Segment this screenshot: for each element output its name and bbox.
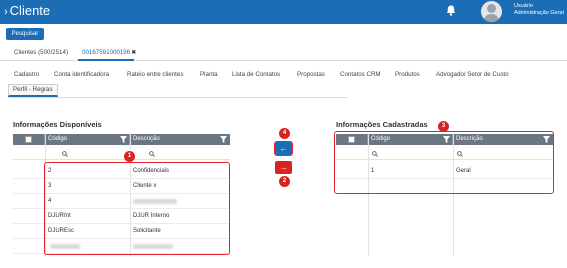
- column-header-code[interactable]: Código: [45, 134, 130, 145]
- user-info[interactable]: Usuário Administração Geral: [514, 3, 564, 17]
- move-left-button[interactable]: ←: [274, 141, 293, 156]
- tab-rateio[interactable]: Rateio entre clientes: [127, 70, 183, 80]
- user-name: Administração Geral: [514, 10, 564, 16]
- available-info-title: Informações Disponíveis: [13, 120, 102, 129]
- search-icon[interactable]: [62, 151, 68, 157]
- annotation-badge-2: 2: [279, 176, 290, 187]
- sub-tabs: Cadastro Conta identificadora Rateio ent…: [0, 67, 567, 99]
- page-title-text: Cliente: [9, 3, 51, 18]
- highlight-box-available: [44, 162, 230, 255]
- filter-icon[interactable]: [120, 136, 127, 143]
- close-icon[interactable]: ✖: [131, 49, 136, 56]
- avatar[interactable]: [481, 1, 502, 22]
- bell-icon[interactable]: [445, 5, 457, 17]
- tab-client-record[interactable]: 00167591000196✖: [82, 48, 136, 58]
- tab-client-list[interactable]: Clientes (500/2514): [14, 48, 68, 58]
- active-tab-indicator: [78, 59, 134, 61]
- user-label: Usuário: [514, 3, 533, 9]
- tab-conta-identificadora[interactable]: Conta identificadora: [54, 70, 109, 80]
- tab-client-record-label: 00167591000196: [82, 49, 131, 56]
- column-header-code-label: Código: [48, 136, 68, 142]
- move-right-button[interactable]: →: [275, 161, 292, 174]
- chevron-right-icon[interactable]: ›: [4, 6, 8, 18]
- highlight-box-registered: [334, 131, 554, 194]
- tab-planta[interactable]: Planta: [200, 70, 218, 80]
- tab-perfil-regras[interactable]: Perfil - Regras: [8, 84, 58, 97]
- select-all-cell: [13, 134, 45, 145]
- page-title: › Cliente: [4, 2, 50, 21]
- column-header-description[interactable]: Descrição: [130, 134, 230, 145]
- tab-produtos[interactable]: Produtos: [395, 70, 420, 80]
- annotation-badge-1: 1: [124, 151, 135, 162]
- filter-icon[interactable]: [220, 136, 227, 143]
- tab-lista-contatos[interactable]: Lista de Contatos: [232, 70, 280, 80]
- annotation-badge-4: 4: [279, 128, 290, 139]
- tab-divider: [8, 97, 348, 98]
- tab-contatos-crm[interactable]: Contatos CRM: [340, 70, 381, 80]
- tab-advogado[interactable]: Advogado/ Setor de Custo: [436, 70, 509, 80]
- tab-cadastro[interactable]: Cadastro: [14, 70, 39, 80]
- search-icon[interactable]: [149, 151, 155, 157]
- column-header-description-label: Descrição: [133, 136, 160, 142]
- tab-propostas[interactable]: Propostas: [297, 70, 325, 80]
- top-bar: › Cliente Usuário Administração Geral: [0, 0, 567, 24]
- select-all-checkbox[interactable]: [25, 136, 32, 143]
- registered-info-title: Informações Cadastradas: [336, 120, 428, 129]
- search-button[interactable]: Pesquisar: [6, 28, 44, 40]
